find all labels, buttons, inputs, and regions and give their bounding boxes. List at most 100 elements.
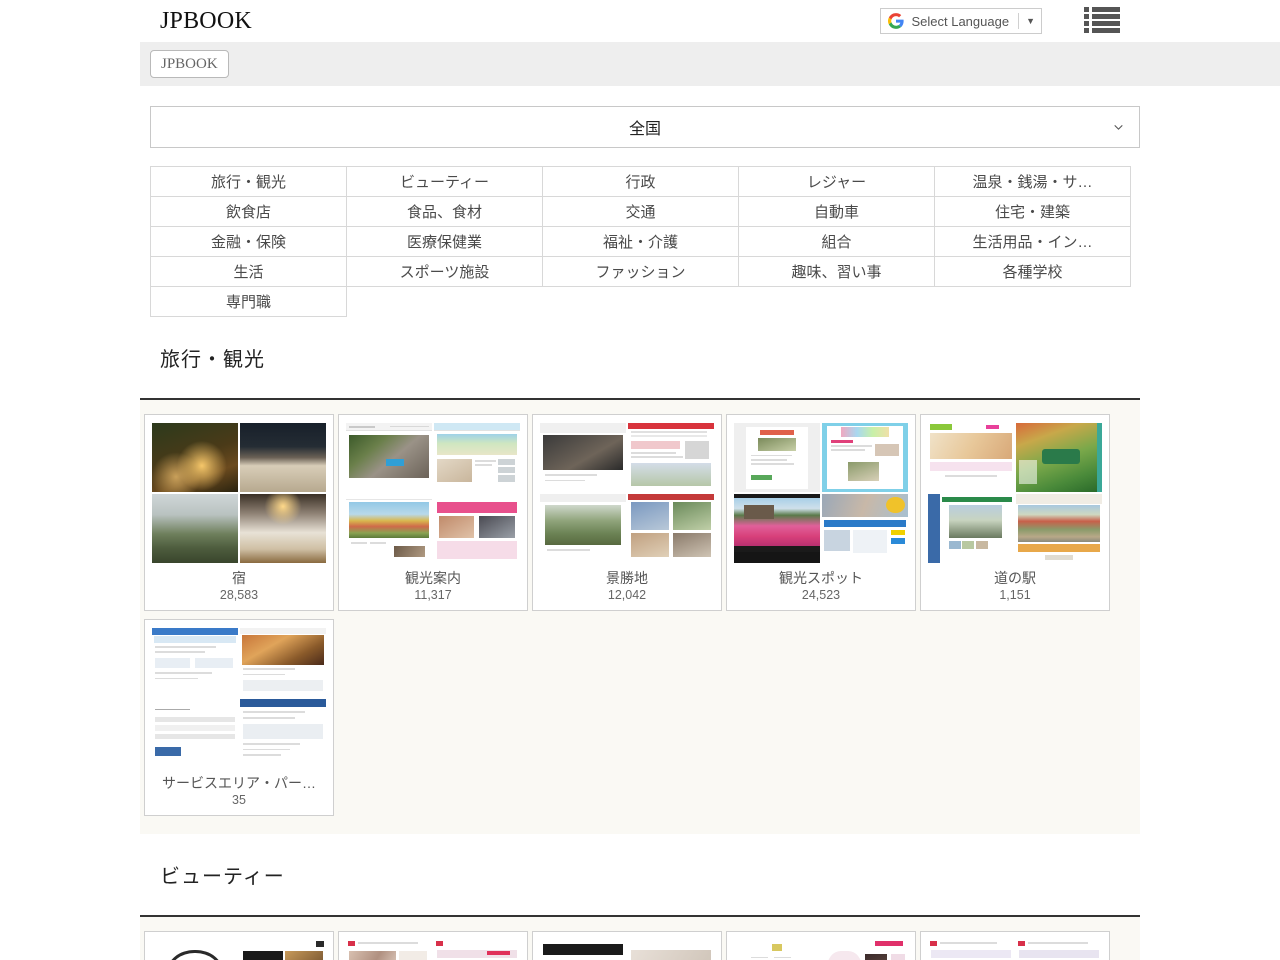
thumb-tile xyxy=(734,423,820,492)
card-count: 1,151 xyxy=(921,587,1109,604)
category-table: 旅行・観光 ビューティー 行政 レジャー 温泉・銭湯・サ… 飲食店 食品、食材 … xyxy=(150,166,1131,317)
category-cell-empty xyxy=(347,287,543,317)
category-cell-housing[interactable]: 住宅・建築 xyxy=(935,197,1131,227)
thumb-tile xyxy=(540,423,626,492)
card-count: 24,523 xyxy=(727,587,915,604)
website-screenshot xyxy=(1016,940,1102,960)
card-thumbnail xyxy=(152,423,326,563)
card-count: 12,042 xyxy=(533,587,721,604)
card-item[interactable]: サービスエリア・パー… 35 xyxy=(144,619,334,816)
menu-icon-bar xyxy=(1092,14,1120,19)
card-thumbnail xyxy=(928,940,1102,960)
thumb-tile xyxy=(346,940,432,960)
thumb-tile xyxy=(628,494,714,563)
category-cell-medical[interactable]: 医療保健業 xyxy=(347,227,543,257)
category-cell-finance[interactable]: 金融・保険 xyxy=(151,227,347,257)
website-screenshot xyxy=(540,423,626,492)
category-cell-leisure[interactable]: レジャー xyxy=(739,167,935,197)
menu-icon-row xyxy=(1084,14,1120,19)
thumb-tile xyxy=(240,699,326,768)
category-cell-sports[interactable]: スポーツ施設 xyxy=(347,257,543,287)
card-item[interactable]: 道の駅 1,151 xyxy=(920,414,1110,611)
thumb-tile xyxy=(152,628,238,697)
thumb-tile xyxy=(540,940,626,960)
category-row: 生活 スポーツ施設 ファッション 趣味、習い事 各種学校 xyxy=(151,257,1131,287)
category-cell-beauty[interactable]: ビューティー xyxy=(347,167,543,197)
section-travel: 旅行・観光 宿 xyxy=(0,347,1280,834)
card-name: 宿 xyxy=(145,569,333,587)
card-item[interactable]: 観光スポット 24,523 xyxy=(726,414,916,611)
card-item[interactable] xyxy=(920,931,1110,960)
website-screenshot xyxy=(734,940,820,960)
section-beauty: ビューティー xyxy=(0,864,1280,960)
site-brand[interactable]: JPBOOK xyxy=(160,7,252,35)
card-thumbnail xyxy=(734,423,908,563)
card-item[interactable] xyxy=(338,931,528,960)
category-cell-onsen[interactable]: 温泉・銭湯・サ… xyxy=(935,167,1131,197)
menu-icon-square xyxy=(1084,7,1089,12)
category-cell-transport[interactable]: 交通 xyxy=(543,197,739,227)
card-item[interactable] xyxy=(532,931,722,960)
category-row: 金融・保険 医療保健業 福祉・介護 組合 生活用品・イン… xyxy=(151,227,1131,257)
category-cell-household[interactable]: 生活用品・イン… xyxy=(935,227,1131,257)
category-cell-schools[interactable]: 各種学校 xyxy=(935,257,1131,287)
thumb-tile xyxy=(822,940,908,960)
category-cell-food[interactable]: 食品、食材 xyxy=(347,197,543,227)
thumb-tile xyxy=(540,494,626,563)
category-cell-automobile[interactable]: 自動車 xyxy=(739,197,935,227)
category-cell-travel[interactable]: 旅行・観光 xyxy=(151,167,347,197)
card-thumbnail xyxy=(540,423,714,563)
language-label: Select Language xyxy=(911,14,1009,29)
thumb-tile xyxy=(822,423,908,492)
card-count: 35 xyxy=(145,792,333,809)
website-screenshot xyxy=(152,628,238,697)
category-cell-hobby[interactable]: 趣味、習い事 xyxy=(739,257,935,287)
category-cell-professional[interactable]: 専門職 xyxy=(151,287,347,317)
thumb-tile xyxy=(1016,494,1102,563)
card-thumbnail xyxy=(928,423,1102,563)
menu-icon-bar xyxy=(1092,7,1120,12)
card-thumbnail xyxy=(152,940,326,960)
website-screenshot xyxy=(734,423,820,492)
card-item[interactable]: 観光案内 11,317 xyxy=(338,414,528,611)
category-cell-empty xyxy=(739,287,935,317)
category-row: 専門職 xyxy=(151,287,1131,317)
section-title: 旅行・観光 xyxy=(160,347,1280,373)
list-menu-icon[interactable] xyxy=(1084,6,1120,34)
thumb-tile xyxy=(928,423,1014,492)
card-item[interactable]: 景勝地 12,042 xyxy=(532,414,722,611)
category-cell-life[interactable]: 生活 xyxy=(151,257,347,287)
website-screenshot xyxy=(152,940,238,960)
card-item[interactable]: 宿 28,583 xyxy=(144,414,334,611)
category-cell-fashion[interactable]: ファッション xyxy=(543,257,739,287)
card-name: 景勝地 xyxy=(533,569,721,587)
thumb-tile xyxy=(928,494,1014,563)
website-screenshot xyxy=(734,494,820,563)
thumb-tile xyxy=(734,940,820,960)
thumb-tile xyxy=(434,423,520,492)
breadcrumb-item-home[interactable]: JPBOOK xyxy=(150,50,229,78)
region-select[interactable]: 全国 xyxy=(150,106,1140,148)
card-name: 観光案内 xyxy=(339,569,527,587)
category-cell-union[interactable]: 組合 xyxy=(739,227,935,257)
category-row: 旅行・観光 ビューティー 行政 レジャー 温泉・銭湯・サ… xyxy=(151,167,1131,197)
website-screenshot xyxy=(1016,423,1102,492)
category-cell-restaurant[interactable]: 飲食店 xyxy=(151,197,347,227)
thumb-tile xyxy=(152,423,238,492)
card-name: サービスエリア・パー… xyxy=(145,774,333,792)
card-thumbnail xyxy=(152,628,326,768)
category-cell-welfare[interactable]: 福祉・介護 xyxy=(543,227,739,257)
card-thumbnail xyxy=(734,940,908,960)
card-count: 28,583 xyxy=(145,587,333,604)
website-screenshot xyxy=(540,494,626,563)
language-selector[interactable]: Select Language ▼ xyxy=(880,8,1042,34)
thumb-tile xyxy=(822,494,908,563)
region-select-value: 全国 xyxy=(629,115,661,139)
website-screenshot xyxy=(346,423,432,492)
card-item[interactable] xyxy=(726,931,916,960)
card-item[interactable] xyxy=(144,931,334,960)
card-grid-travel: 宿 28,583 xyxy=(140,400,1140,834)
photo-inn-exterior xyxy=(152,494,238,563)
category-cell-government[interactable]: 行政 xyxy=(543,167,739,197)
region-select-wrapper: 全国 xyxy=(150,106,1140,148)
